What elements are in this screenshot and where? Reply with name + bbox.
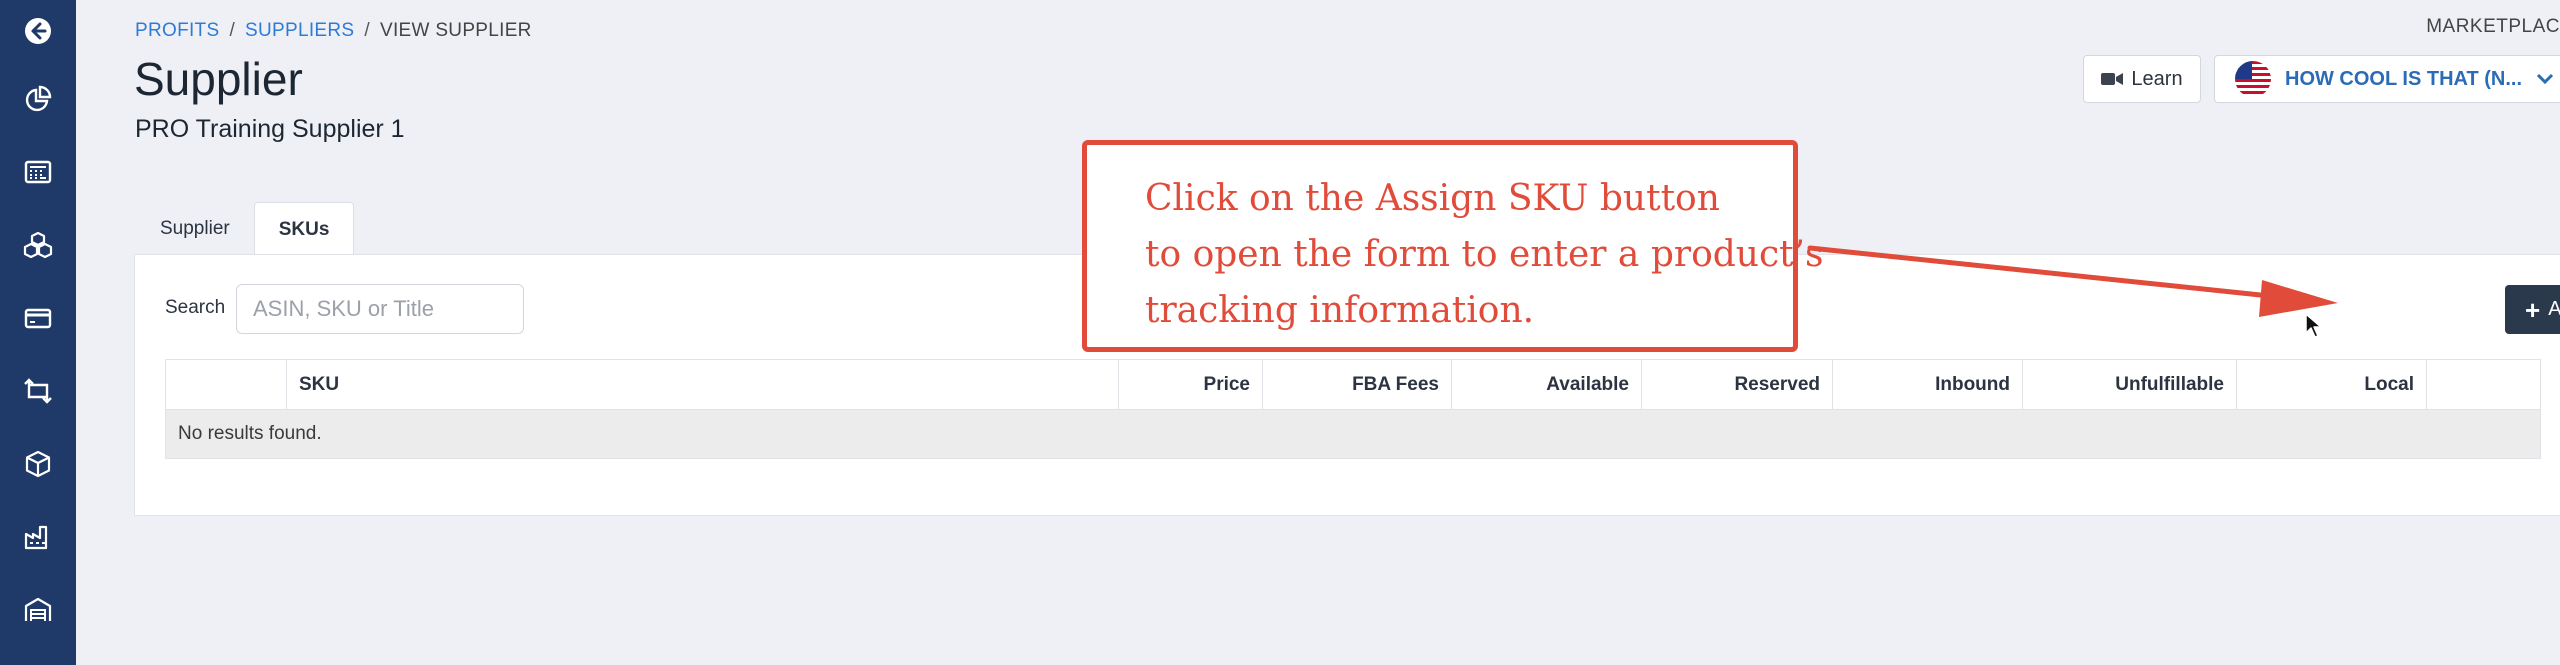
column-header-reserved[interactable]: Reserved [1641, 359, 1833, 410]
search-input[interactable] [236, 284, 524, 334]
sidebar-item-suppliers[interactable] [0, 500, 76, 573]
column-header-unfulfillable[interactable]: Unfulfillable [2022, 359, 2237, 410]
table-header-row: SKU Price FBA Fees Available Reserved In… [165, 359, 2541, 410]
assign-sku-label: Assign SKU [2548, 298, 2560, 320]
callout-line: tracking information. [1145, 290, 1535, 331]
marketplace-label: MARKETPLAC [2426, 16, 2560, 37]
callout-line: to open the form to enter a product’s [1145, 234, 1824, 275]
tutorial-callout: Click on the Assign SKU button to open t… [1082, 140, 1824, 352]
marketplace-value: HOW COOL IS THAT (N... [2285, 67, 2523, 90]
sidebar-item-warehouse[interactable] [0, 573, 76, 646]
table-row: No results found. [165, 409, 2541, 459]
breadcrumb-separator: / [229, 20, 236, 41]
column-header-fba-fees[interactable]: FBA Fees [1262, 359, 1452, 410]
us-flag-icon [2235, 61, 2271, 97]
credit-card-icon [24, 308, 52, 328]
sidebar-item-calculator[interactable] [0, 135, 76, 208]
column-header-local[interactable]: Local [2236, 359, 2427, 410]
column-header-select [165, 359, 287, 410]
calculator-icon [24, 160, 52, 183]
factory-icon [24, 525, 48, 549]
sidebar-item-profits[interactable] [0, 62, 76, 135]
back-arrow-icon [25, 18, 51, 44]
assign-sku-button[interactable]: + Assign SKU [2505, 285, 2560, 334]
page-title: Supplier [134, 53, 303, 105]
breadcrumb-profits[interactable]: PROFITS [135, 20, 219, 41]
boxes-icon [23, 231, 53, 258]
empty-message: No results found. [165, 409, 2541, 459]
sidebar-item-inventory[interactable] [0, 208, 76, 281]
skus-table: SKU Price FBA Fees Available Reserved In… [165, 359, 2541, 459]
column-header-price[interactable]: Price [1118, 359, 1263, 410]
breadcrumb: PROFITS / SUPPLIERS / VIEW SUPPLIER [135, 20, 532, 42]
chevron-down-icon [2536, 73, 2554, 85]
learn-label: Learn [2131, 67, 2183, 90]
sidebar-item-repricing[interactable] [0, 354, 76, 427]
sidebar-item-payments[interactable] [0, 281, 76, 354]
column-header-sku[interactable]: SKU [286, 359, 1119, 410]
breadcrumb-current: VIEW SUPPLIER [379, 20, 532, 41]
learn-button[interactable]: Learn [2083, 55, 2201, 103]
pie-chart-icon [25, 85, 52, 111]
mouse-cursor-icon [2305, 313, 2322, 338]
package-icon [25, 450, 51, 477]
page-subtitle: PRO Training Supplier 1 [135, 115, 405, 143]
back-button[interactable] [0, 0, 76, 62]
sidebar [0, 0, 76, 665]
breadcrumb-suppliers[interactable]: SUPPLIERS [245, 20, 354, 41]
tab-skus[interactable]: SKUs [253, 202, 355, 256]
column-header-available[interactable]: Available [1451, 359, 1642, 410]
column-header-actions [2426, 359, 2541, 410]
search-label: Search [165, 297, 226, 318]
sidebar-item-shipments[interactable] [0, 427, 76, 500]
tab-bar: Supplier SKUs [136, 202, 355, 256]
breadcrumb-separator: / [364, 20, 370, 41]
tab-supplier[interactable]: Supplier [136, 202, 254, 256]
marketplace-select[interactable]: HOW COOL IS THAT (N... [2214, 55, 2560, 103]
plus-icon: + [2525, 294, 2541, 325]
repeat-icon [24, 377, 52, 404]
video-camera-icon [2101, 73, 2124, 85]
column-header-inbound[interactable]: Inbound [1832, 359, 2023, 410]
warehouse-icon [24, 597, 52, 621]
callout-line: Click on the Assign SKU button [1145, 178, 1720, 219]
